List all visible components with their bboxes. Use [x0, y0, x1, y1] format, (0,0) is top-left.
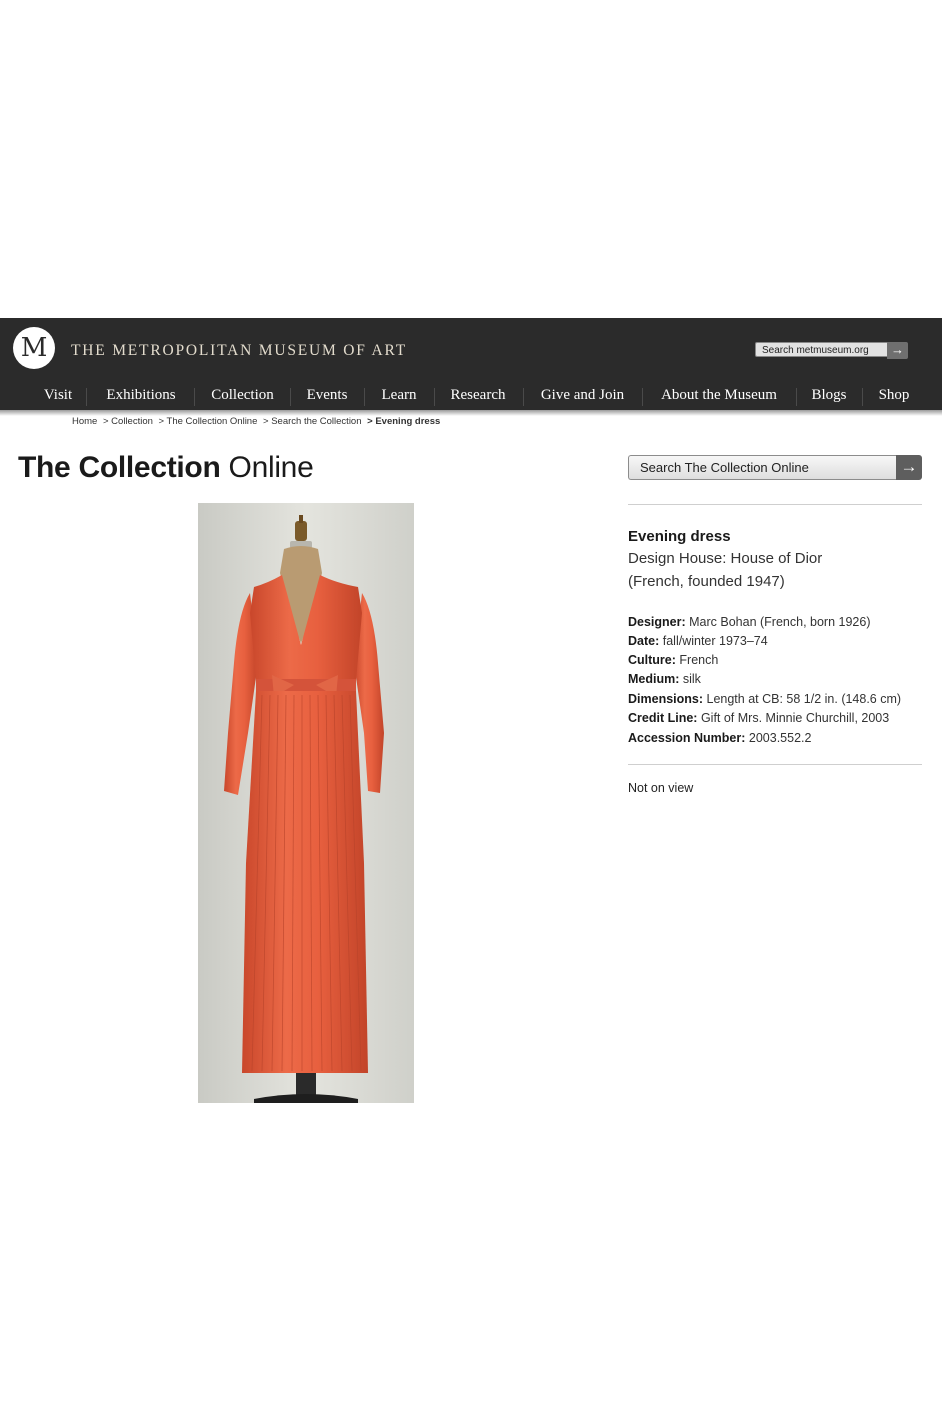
- divider: [628, 504, 922, 505]
- field-label: Dimensions:: [628, 692, 704, 706]
- nav-item-learn[interactable]: Learn: [366, 384, 432, 410]
- nav-divider: [796, 388, 797, 406]
- field-value: Length at CB: 58 1/2 in. (148.6 cm): [706, 692, 902, 706]
- object-title: Evening dress: [628, 528, 731, 545]
- nav-item-about-the-museum[interactable]: About the Museum: [644, 384, 794, 410]
- met-logo-monogram: M: [20, 333, 48, 363]
- breadcrumb: Home > Collection > The Collection Onlin…: [72, 416, 443, 427]
- arrow-right-icon: →: [891, 342, 904, 357]
- breadcrumb-collection[interactable]: > Collection: [103, 416, 153, 427]
- nav-item-exhibitions[interactable]: Exhibitions: [92, 384, 190, 410]
- nav-item-blogs[interactable]: Blogs: [798, 384, 860, 410]
- field-label: Date:: [628, 634, 660, 648]
- nav-divider: [290, 388, 291, 406]
- breadcrumb-home[interactable]: Home: [72, 416, 97, 427]
- field-medium: Medium: silk: [628, 672, 701, 686]
- nav-divider: [86, 388, 87, 406]
- field-value: 2003.552.2: [748, 731, 812, 745]
- evening-dress-photo: [198, 503, 414, 1103]
- nav-divider: [862, 388, 863, 406]
- field-value: French: [679, 653, 719, 667]
- breadcrumb-collection-online[interactable]: > The Collection Online: [159, 416, 258, 427]
- site-search-input[interactable]: Search metmuseum.org: [755, 342, 887, 357]
- field-label: Medium:: [628, 672, 680, 686]
- field-label: Culture:: [628, 653, 676, 667]
- field-credit-line: Credit Line: Gift of Mrs. Minnie Churchi…: [628, 711, 889, 725]
- nav-divider: [523, 388, 524, 406]
- field-accession-number: Accession Number: 2003.552.2: [628, 731, 811, 745]
- field-designer: Designer: Marc Bohan (French, born 1926): [628, 615, 870, 629]
- page-title: The Collection Online: [18, 451, 314, 485]
- page-title-light: Online: [228, 451, 314, 484]
- on-view-status: Not on view: [628, 781, 694, 795]
- arrow-right-icon: →: [900, 457, 918, 476]
- field-label: Accession Number:: [628, 731, 746, 745]
- design-house-nationality: (French, founded 1947): [628, 573, 785, 590]
- collection-search-button[interactable]: →: [896, 455, 922, 480]
- field-value: fall/winter 1973–74: [662, 634, 768, 648]
- nav-divider: [364, 388, 365, 406]
- field-value: Marc Bohan (French, born 1926): [689, 615, 871, 629]
- breadcrumb-current: > Evening dress: [367, 416, 441, 427]
- nav-active-indicator: [195, 89, 290, 92]
- field-culture: Culture: French: [628, 653, 718, 667]
- nav-divider: [434, 388, 435, 406]
- main-nav: Visit Exhibitions Collection Events Lear…: [0, 384, 942, 410]
- nav-item-shop[interactable]: Shop: [864, 384, 924, 410]
- nav-item-give-and-join[interactable]: Give and Join: [525, 384, 640, 410]
- nav-item-collection[interactable]: Collection: [195, 384, 290, 410]
- field-label: Credit Line:: [628, 711, 698, 725]
- page-title-bold: The Collection: [18, 451, 221, 484]
- nav-item-visit[interactable]: Visit: [30, 384, 86, 410]
- field-value: Gift of Mrs. Minnie Churchill, 2003: [700, 711, 890, 725]
- site-search-button[interactable]: →: [887, 342, 908, 359]
- museum-name[interactable]: THE METROPOLITAN MUSEUM OF ART: [71, 342, 407, 360]
- field-dimensions: Dimensions: Length at CB: 58 1/2 in. (14…: [628, 692, 901, 706]
- field-date: Date: fall/winter 1973–74: [628, 634, 768, 648]
- nav-item-events[interactable]: Events: [292, 384, 362, 410]
- site-header: M THE METROPOLITAN MUSEUM OF ART Search …: [0, 318, 942, 410]
- met-logo[interactable]: M: [13, 327, 55, 369]
- breadcrumb-search[interactable]: > Search the Collection: [263, 416, 362, 427]
- object-image[interactable]: [198, 503, 414, 1103]
- collection-search-input[interactable]: Search The Collection Online: [628, 455, 896, 480]
- nav-divider: [642, 388, 643, 406]
- field-value: silk: [682, 672, 701, 686]
- field-label: Designer:: [628, 615, 686, 629]
- divider: [628, 764, 922, 765]
- nav-item-research[interactable]: Research: [436, 384, 520, 410]
- design-house: Design House: House of Dior: [628, 550, 823, 567]
